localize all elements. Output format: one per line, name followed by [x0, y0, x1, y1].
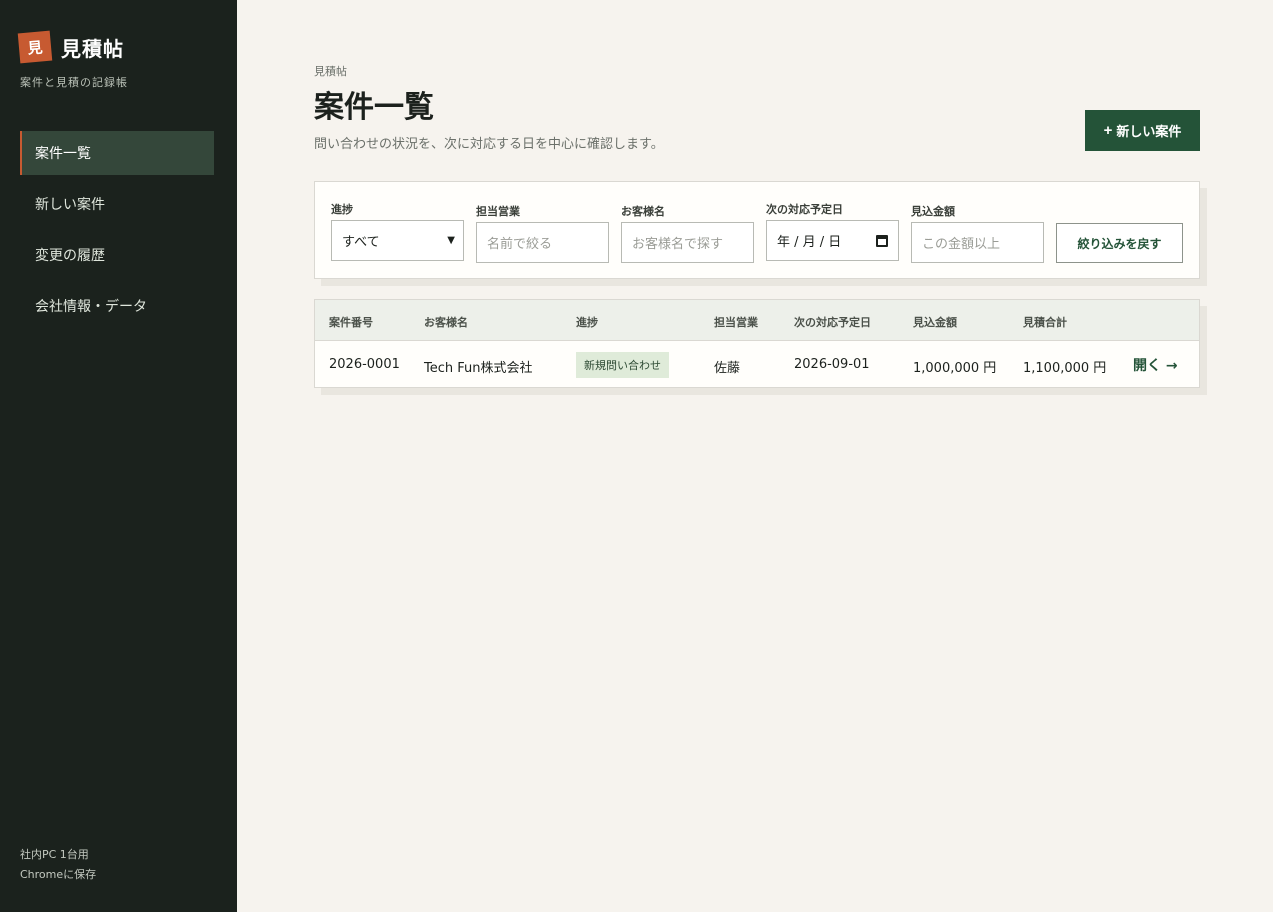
- sidebar-item-history[interactable]: 変更の履歴: [20, 233, 214, 277]
- table-header: 案件番号 お客様名 進捗 担当営業 次の対応予定日 見込金額 見積合計: [315, 300, 1199, 341]
- case-table: 案件番号 お客様名 進捗 担当営業 次の対応予定日 見込金額 見積合計 2026…: [314, 299, 1200, 388]
- cell-next-date: 2026-09-01: [794, 357, 870, 372]
- column-header-quote-total: 見積合計: [1023, 316, 1067, 329]
- status-badge: 新規問い合わせ: [576, 352, 669, 378]
- progress-filter-label: 進捗: [331, 203, 353, 216]
- sidebar-item-case-list[interactable]: 案件一覧: [20, 131, 214, 175]
- column-header-expected-amount: 見込金額: [913, 316, 957, 329]
- cell-case-number: 2026-0001: [329, 357, 400, 372]
- amount-input[interactable]: この金額以上: [911, 222, 1044, 263]
- calendar-icon[interactable]: [876, 234, 888, 247]
- reset-filters-button[interactable]: 絞り込みを戻す: [1056, 223, 1183, 263]
- app-name: 見積帖: [61, 36, 124, 61]
- progress-select[interactable]: すべて ▼: [331, 220, 464, 261]
- sidebar-item-company-data[interactable]: 会社情報・データ: [20, 284, 214, 328]
- column-header-status: 進捗: [576, 316, 598, 329]
- plus-icon: +: [1103, 122, 1113, 139]
- sales-input[interactable]: 名前で絞る: [476, 222, 609, 263]
- app-tagline: 案件と見積の記録帳: [20, 76, 128, 89]
- new-case-button-label: 新しい案件: [1116, 124, 1182, 139]
- sidebar-footer: 社内PC 1台用 Chromeに保存: [20, 845, 96, 885]
- breadcrumb: 見積帖: [314, 65, 347, 78]
- filter-panel: 進捗 すべて ▼ 担当営業 名前で絞る お客様名 お客様名で探す 次の対応予定日…: [314, 181, 1200, 279]
- column-header-next-date: 次の対応予定日: [794, 316, 871, 329]
- next-date-placeholder: 年 / 月 / 日: [777, 235, 842, 250]
- page-subtitle: 問い合わせの状況を、次に対応する日を中心に確認します。: [314, 137, 664, 152]
- customer-input[interactable]: お客様名で探す: [621, 222, 754, 263]
- column-header-sales: 担当営業: [714, 316, 758, 329]
- logo-icon: 見: [17, 30, 53, 64]
- page-title: 案件一覧: [314, 90, 434, 125]
- cell-customer: Tech Fun株式会社: [424, 361, 533, 376]
- open-case-link[interactable]: 開く →: [1133, 355, 1178, 375]
- customer-filter-label: お客様名: [621, 205, 665, 218]
- cell-expected-amount: 1,000,000 円: [913, 361, 997, 376]
- amount-filter-label: 見込金額: [911, 205, 955, 218]
- footer-device-note: 社内PC 1台用: [20, 848, 89, 861]
- footer-storage-note: Chromeに保存: [20, 868, 97, 881]
- chevron-down-icon: ▼: [447, 235, 455, 246]
- column-header-customer: お客様名: [424, 316, 468, 329]
- sidebar-item-new-case[interactable]: 新しい案件: [20, 182, 214, 226]
- cell-sales: 佐藤: [714, 361, 741, 376]
- brand[interactable]: 見 見積帖: [17, 30, 124, 64]
- next-date-filter-label: 次の対応予定日: [766, 203, 843, 216]
- column-header-case-number: 案件番号: [329, 316, 373, 329]
- new-case-button[interactable]: + 新しい案件: [1085, 110, 1200, 151]
- cell-quote-total: 1,100,000 円: [1023, 361, 1107, 376]
- sidebar-nav: 案件一覧 新しい案件 変更の履歴 会社情報・データ: [20, 131, 214, 335]
- table-row[interactable]: 2026-0001 Tech Fun株式会社 新規問い合わせ 佐藤 2026-0…: [315, 341, 1199, 387]
- progress-select-value: すべて: [342, 235, 380, 250]
- sales-filter-label: 担当営業: [476, 205, 520, 218]
- next-date-input[interactable]: 年 / 月 / 日: [766, 220, 899, 261]
- sidebar: 見 見積帖 案件と見積の記録帳 案件一覧 新しい案件 変更の履歴 会社情報・デー…: [0, 0, 237, 912]
